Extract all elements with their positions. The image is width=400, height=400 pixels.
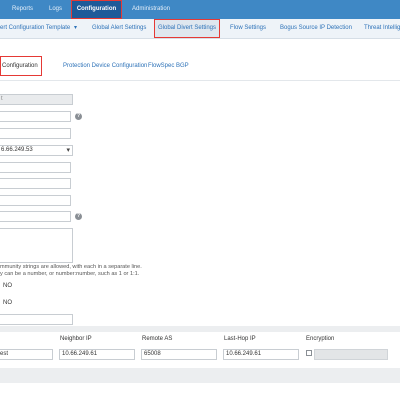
sub-navigation: ert Configuration Template ▾ Global Aler… xyxy=(0,19,400,39)
col-last-hop-ip: Last-Hop IP xyxy=(224,336,256,342)
neighbor-name-input[interactable]: est xyxy=(0,349,53,360)
subnav-flow-settings[interactable]: Flow Settings xyxy=(230,19,266,38)
nav-configuration[interactable]: Configuration xyxy=(71,0,122,19)
chevron-down-icon: ▾ xyxy=(73,25,77,31)
community-strings-textarea[interactable] xyxy=(0,228,73,263)
text-field-2[interactable] xyxy=(0,128,71,139)
community-note-line-2: y can be a number, or number:number, suc… xyxy=(0,271,140,277)
subnav-bogus-source-ip[interactable]: Bogus Source IP Detection xyxy=(280,19,352,38)
ip-select[interactable]: 6.66.249.53 xyxy=(0,145,73,156)
col-neighbor-ip: Neighbor IP xyxy=(60,336,92,342)
neighbor-ip-input[interactable]: 10.66.249.61 xyxy=(59,349,135,360)
text-field-3[interactable] xyxy=(0,162,71,173)
top-navigation: Reports Logs Configuration Administratio… xyxy=(0,0,400,19)
subnav-label: ert Configuration Template xyxy=(0,25,71,31)
tab-configuration[interactable]: Configuration xyxy=(0,56,42,76)
subnav-threat-intelligence[interactable]: Threat Intellig xyxy=(364,19,400,38)
encryption-checkbox[interactable] xyxy=(306,350,312,356)
footer-band xyxy=(0,368,400,383)
nav-reports[interactable]: Reports xyxy=(12,0,33,19)
col-encryption: Encryption xyxy=(306,336,335,342)
section-band xyxy=(0,326,400,332)
help-icon[interactable]: ? xyxy=(75,213,82,220)
text-field-4[interactable] xyxy=(0,178,71,189)
col-remote-as: Remote AS xyxy=(142,336,173,342)
subnav-global-divert-settings[interactable]: Global Divert Settings xyxy=(154,19,220,38)
text-field-1[interactable] xyxy=(0,111,71,122)
tab-flowspec-bgp[interactable]: FlowSpec BGP xyxy=(148,56,189,76)
tab-divider xyxy=(0,80,400,81)
subnav-global-alert-settings[interactable]: Global Alert Settings xyxy=(92,19,146,38)
subnav-alert-configuration-template[interactable]: ert Configuration Template ▾ xyxy=(0,19,77,38)
text-field-5[interactable] xyxy=(0,195,71,206)
nav-administration[interactable]: Administration xyxy=(132,0,170,19)
text-field-6[interactable] xyxy=(0,211,71,222)
nav-logs[interactable]: Logs xyxy=(49,0,62,19)
radio-no-label-2[interactable]: NO xyxy=(3,300,12,306)
tab-protection-device-configuration[interactable]: Protection Device Configuration xyxy=(63,56,147,76)
last-hop-ip-input[interactable]: 10.66.249.61 xyxy=(223,349,299,360)
config-tabs: Configuration Protection Device Configur… xyxy=(0,56,400,78)
disabled-field: t xyxy=(0,94,73,105)
text-field-7[interactable] xyxy=(0,314,73,325)
radio-no-label-1[interactable]: NO xyxy=(3,283,12,289)
community-note-line-1: mmunity strings are allowed, with each i… xyxy=(0,264,142,270)
encryption-key-field xyxy=(314,349,388,360)
remote-as-input[interactable]: 65008 xyxy=(141,349,217,360)
help-icon[interactable]: ? xyxy=(75,113,82,120)
